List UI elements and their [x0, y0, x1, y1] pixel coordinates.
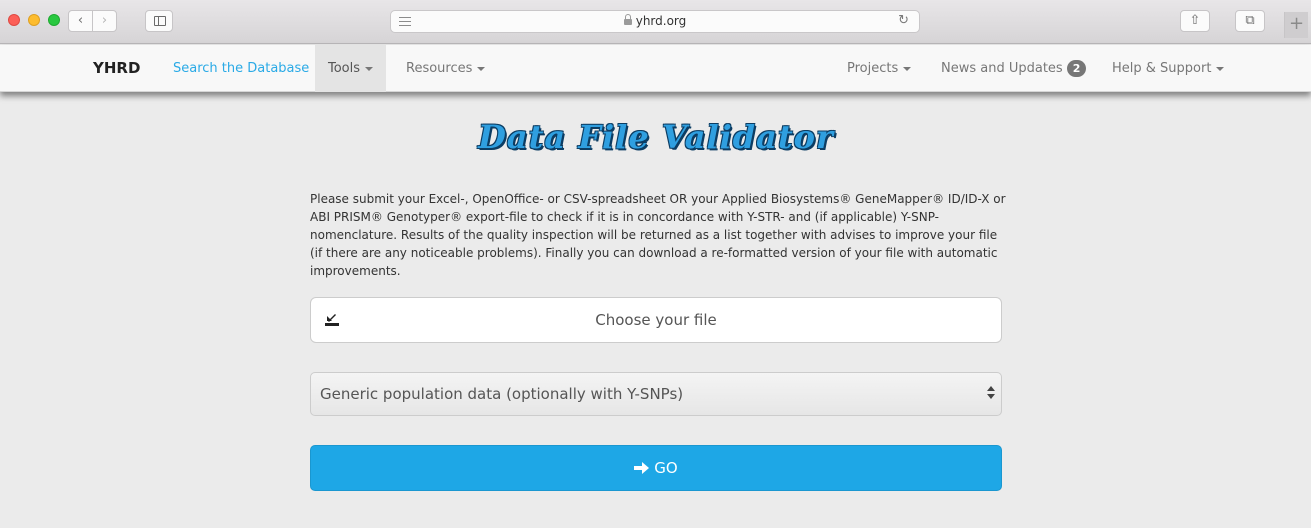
go-button[interactable]: GO	[310, 445, 1002, 491]
plus-icon: +	[1288, 13, 1305, 34]
nav-resources-label: Resources	[406, 61, 473, 76]
arrow-right-icon	[634, 461, 650, 474]
nav-tools[interactable]: Tools	[315, 45, 387, 92]
nav-resources[interactable]: Resources	[393, 45, 498, 92]
new-tab-button[interactable]: +	[1284, 12, 1308, 38]
page-title: Data File Validator	[478, 118, 834, 156]
zoom-window-button[interactable]	[48, 14, 60, 26]
sidebar-toggle-button[interactable]	[145, 10, 173, 32]
data-type-selected-value: Generic population data (optionally with…	[320, 385, 684, 403]
nav-search-database[interactable]: Search the Database	[160, 45, 322, 92]
go-label: GO	[654, 459, 678, 477]
lock-icon	[623, 14, 632, 25]
nav-projects[interactable]: Projects	[834, 45, 924, 92]
nav-projects-label: Projects	[847, 61, 899, 76]
news-count-badge: 2	[1066, 60, 1087, 77]
close-window-button[interactable]	[8, 14, 20, 26]
url-text: yhrd.org	[391, 14, 919, 28]
file-chooser[interactable]: Choose your file	[310, 297, 1002, 343]
show-tabs-button[interactable]: ⧉	[1235, 10, 1265, 32]
share-icon: ⇧	[1189, 13, 1201, 28]
sidebar-icon	[154, 16, 166, 26]
caret-down-icon	[365, 66, 374, 71]
caret-down-icon	[477, 66, 486, 71]
data-type-select[interactable]: Generic population data (optionally with…	[310, 372, 1002, 416]
back-button[interactable]: ‹	[68, 10, 93, 32]
forward-button[interactable]: ›	[92, 10, 117, 32]
nav-tools-label: Tools	[328, 61, 361, 76]
address-bar[interactable]: yhrd.org ↻	[390, 10, 920, 33]
nav-news-label: News and Updates	[941, 61, 1063, 76]
nav-news-updates[interactable]: News and Updates 2	[928, 45, 1099, 92]
validator-description: Please submit your Excel-, OpenOffice- o…	[310, 192, 1006, 278]
browser-toolbar: ‹ › yhrd.org ↻ ⇧ ⧉ +	[0, 0, 1311, 44]
reload-icon[interactable]: ↻	[898, 13, 909, 28]
nav-help-support[interactable]: Help & Support	[1099, 45, 1237, 92]
url-label: yhrd.org	[635, 14, 687, 28]
caret-down-icon	[903, 66, 912, 71]
chevron-left-icon: ‹	[77, 13, 84, 28]
site-navbar: YHRD Search the Database Tools Resources…	[0, 45, 1311, 92]
select-arrows-icon	[987, 386, 995, 402]
share-button[interactable]: ⇧	[1180, 10, 1210, 32]
minimize-window-button[interactable]	[28, 14, 40, 26]
chevron-right-icon: ›	[101, 13, 108, 28]
tabs-icon: ⧉	[1245, 13, 1255, 28]
nav-help-label: Help & Support	[1112, 61, 1212, 76]
brand-link[interactable]: YHRD	[80, 45, 153, 92]
caret-down-icon	[1216, 66, 1225, 71]
file-chooser-label: Choose your file	[595, 311, 717, 329]
